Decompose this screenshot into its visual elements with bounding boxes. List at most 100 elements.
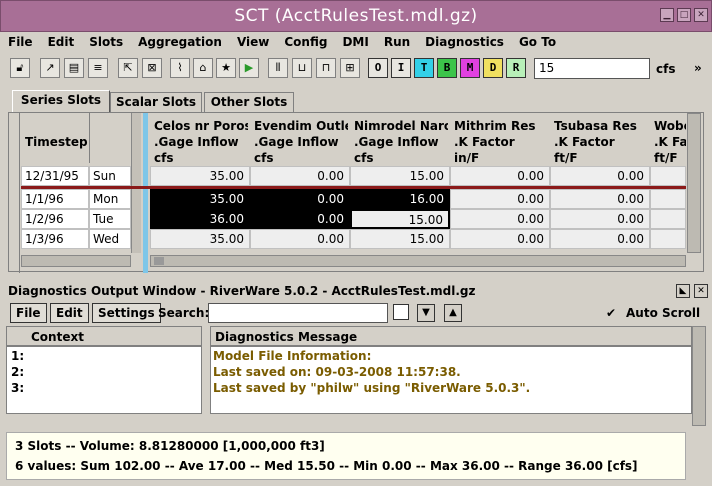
menu-goto[interactable]: Go To (519, 35, 556, 49)
column-header[interactable]: Mithrim Res .K Factor in/F (450, 115, 548, 169)
table-cell[interactable]: 0.00 (250, 229, 350, 249)
value-input[interactable]: 15 (534, 58, 650, 79)
table-icon[interactable]: ▤ (64, 58, 84, 78)
table-cell[interactable] (650, 189, 686, 209)
list-item[interactable]: Last saved by "philw" using "RiverWare 5… (213, 381, 530, 395)
menu-edit[interactable]: Edit (48, 35, 75, 49)
row-day[interactable]: Mon (89, 189, 131, 209)
table-cell[interactable]: 35.00 (150, 166, 250, 186)
flag-d-button[interactable]: D (483, 58, 503, 78)
fit-width-icon[interactable]: ⊔ (292, 58, 312, 78)
table-cell[interactable]: 0.00 (450, 189, 550, 209)
menu-slots[interactable]: Slots (89, 35, 123, 49)
close-icon[interactable]: ✕ (694, 284, 708, 298)
minimize-button[interactable]: ▁ (660, 8, 674, 22)
table-cell[interactable]: 0.00 (450, 229, 550, 249)
context-list[interactable]: 1: 2: 3: (6, 346, 202, 414)
column-header[interactable]: Celos nr Poros .Gage Inflow cfs (150, 115, 248, 169)
message-scrollbar[interactable] (692, 326, 706, 426)
close-button[interactable]: ✕ (694, 8, 708, 22)
menu-dmi[interactable]: DMI (342, 35, 368, 49)
delete-icon[interactable]: ⊠ (142, 58, 162, 78)
auto-scroll-checkbox[interactable]: ✔ (606, 306, 616, 320)
tab-other-slots[interactable]: Other Slots (204, 92, 294, 112)
toolbar-overflow-button[interactable]: » (694, 61, 702, 75)
scroll-left-arrow-icon[interactable] (154, 257, 164, 265)
flag-i-button[interactable]: I (391, 58, 411, 78)
menu-view[interactable]: View (237, 35, 269, 49)
list-item[interactable]: 1: (11, 349, 24, 363)
row-date[interactable]: 1/3/96 (21, 229, 89, 249)
menu-run[interactable]: Run (384, 35, 410, 49)
horizontal-scrollbar[interactable] (150, 255, 686, 267)
table-cell[interactable]: 0.00 (550, 166, 650, 186)
menu-file[interactable]: File (8, 35, 33, 49)
tab-series-slots[interactable]: Series Slots (12, 90, 110, 113)
menu-aggregation[interactable]: Aggregation (138, 35, 222, 49)
table-cell[interactable] (650, 166, 686, 186)
flag-o-button[interactable]: O (368, 58, 388, 78)
column-header[interactable]: Wobe.K Faft/F (650, 115, 686, 169)
vertical-scrollbar[interactable] (687, 113, 701, 253)
search-input[interactable] (208, 303, 388, 323)
table-cell[interactable]: 0.00 (550, 189, 650, 209)
calc-icon[interactable]: ⌂ (193, 58, 213, 78)
tab-scalar-slots[interactable]: Scalar Slots (110, 92, 202, 112)
flag-m-button[interactable]: M (460, 58, 480, 78)
table-cell[interactable]: 15.00 (350, 229, 450, 249)
table-cell[interactable]: 0.00 (550, 209, 650, 229)
row-date[interactable]: 1/1/96 (21, 189, 89, 209)
flag-b-button[interactable]: B (437, 58, 457, 78)
fit-height-icon[interactable]: ⊓ (316, 58, 336, 78)
table-cell-selected[interactable]: 36.00 (150, 209, 250, 229)
run-figure-icon[interactable]: ★ (216, 58, 236, 78)
table-cell[interactable]: 0.00 (250, 166, 350, 186)
plot-icon[interactable]: ⌇ (170, 58, 190, 78)
fit-all-icon[interactable]: ⊞ (340, 58, 360, 78)
diag-file-button[interactable]: File (10, 303, 47, 323)
diag-edit-button[interactable]: Edit (50, 303, 89, 323)
table-cell-selected[interactable]: 0.00 (250, 189, 350, 209)
list-item[interactable]: Model File Information: (213, 349, 371, 363)
row-date[interactable]: 1/2/96 (21, 209, 89, 229)
table-cell[interactable]: 0.00 (550, 229, 650, 249)
column-divider[interactable] (143, 113, 148, 273)
flag-r-button[interactable]: R (506, 58, 526, 78)
timestep-hscrollbar[interactable] (21, 255, 131, 267)
table-cell-focused[interactable]: 15.00 (350, 209, 450, 229)
play-icon[interactable]: ▶ (239, 58, 259, 78)
row-day[interactable]: Wed (89, 229, 131, 249)
list-item[interactable]: 3: (11, 381, 24, 395)
undock-icon[interactable]: ◣ (676, 284, 690, 298)
search-up-icon[interactable]: ▲ (444, 304, 462, 322)
maximize-button[interactable]: □ (677, 8, 691, 22)
link-icon[interactable]: ↗ (40, 58, 60, 78)
row-day[interactable]: Sun (89, 166, 131, 186)
table-cell-selected[interactable]: 35.00 (150, 189, 250, 209)
column-header[interactable]: Tsubasa Res .K Factor ft/F (550, 115, 648, 169)
column-header[interactable]: Nimrodel Narog.Gage Inflowcfs (350, 115, 448, 169)
list-icon[interactable]: ≡ (88, 58, 108, 78)
search-option-icon[interactable] (393, 304, 409, 320)
timestep-scrollbar[interactable] (131, 113, 141, 253)
table-cell[interactable] (650, 209, 686, 229)
table-cell[interactable]: 0.00 (450, 209, 550, 229)
table-cell[interactable]: 15.00 (350, 166, 450, 186)
column-header[interactable]: Evendim Outlet.Gage Inflowcfs (250, 115, 348, 169)
table-cell-selected[interactable]: 16.00 (350, 189, 450, 209)
table-cell[interactable] (650, 229, 686, 249)
list-item[interactable]: 2: (11, 365, 24, 379)
lock-icon[interactable]: 🔓︎ (10, 58, 30, 78)
columns-icon[interactable]: ⦀ (268, 58, 288, 78)
table-cell-selected[interactable]: 0.00 (250, 209, 350, 229)
menu-config[interactable]: Config (284, 35, 327, 49)
export-icon[interactable]: ⇱ (118, 58, 138, 78)
flag-t-button[interactable]: T (414, 58, 434, 78)
search-down-icon[interactable]: ▼ (417, 304, 435, 322)
table-cell[interactable]: 35.00 (150, 229, 250, 249)
row-day[interactable]: Tue (89, 209, 131, 229)
diag-settings-button[interactable]: Settings (92, 303, 161, 323)
message-list[interactable]: Model File Information: Last saved on: 0… (210, 346, 692, 414)
row-date[interactable]: 12/31/95 (21, 166, 89, 186)
list-item[interactable]: Last saved on: 09-03-2008 11:57:38. (213, 365, 461, 379)
